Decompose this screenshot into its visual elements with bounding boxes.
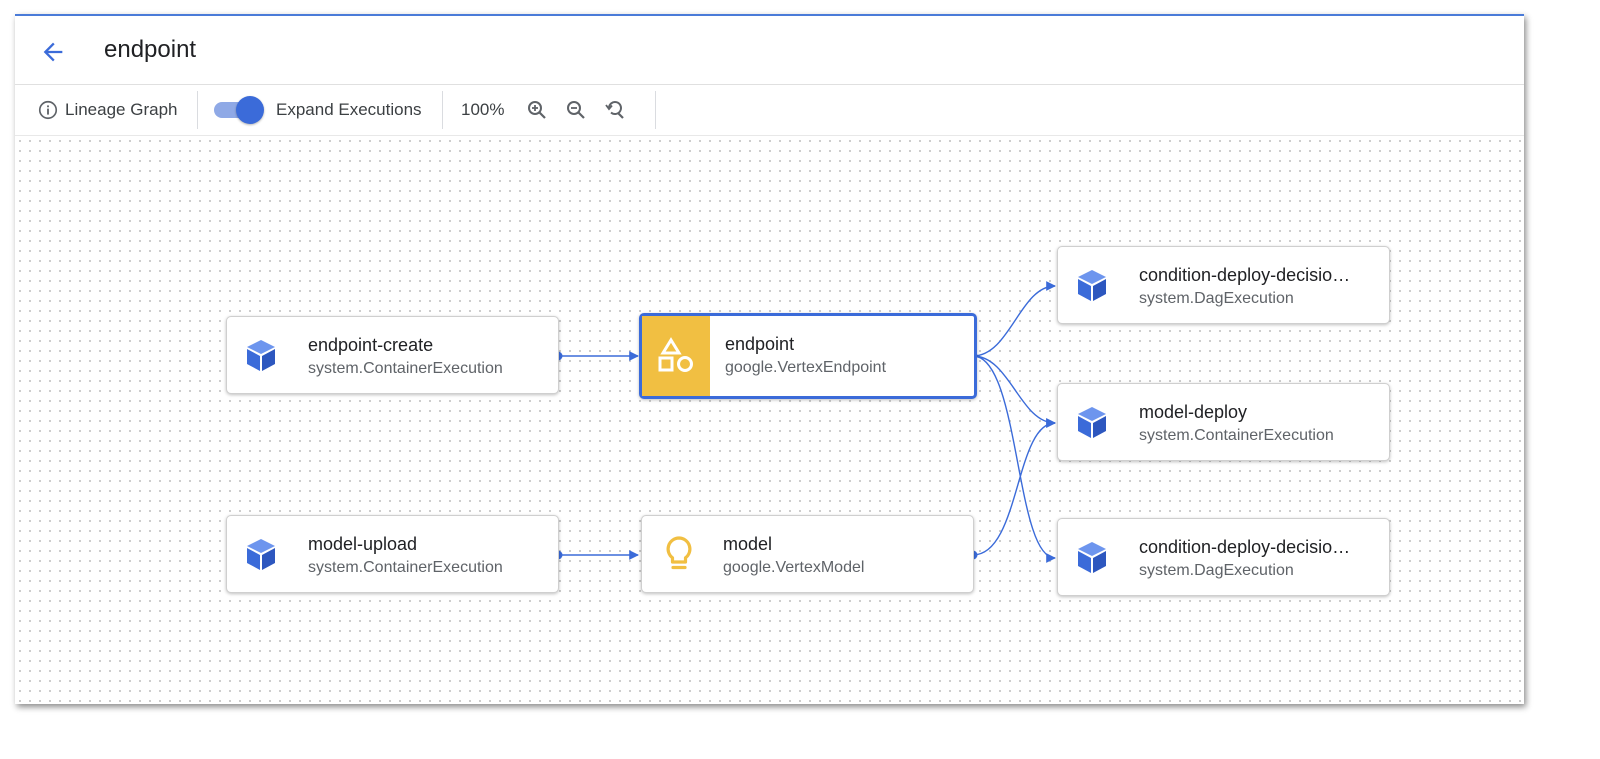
cube-icon — [247, 539, 275, 570]
zoom-out-button[interactable] — [561, 95, 591, 125]
node-model-deploy[interactable]: model-deploy system.ContainerExecution — [1057, 383, 1390, 461]
arrow-back-icon — [43, 42, 63, 62]
node-endpoint-create[interactable]: endpoint-create system.ContainerExecutio… — [226, 316, 559, 394]
node-name: model — [723, 534, 773, 554]
artifact-icon-block — [642, 316, 710, 396]
toolbar-divider — [655, 91, 656, 129]
node-name: model-deploy — [1139, 402, 1248, 422]
edge-endpoint-to-model-deploy — [972, 355, 1056, 428]
zoom-reset-button[interactable] — [600, 95, 630, 125]
cube-icon — [1078, 542, 1106, 573]
info-icon — [38, 100, 58, 120]
zoom-controls: 100% — [461, 85, 630, 135]
node-type: system.ContainerExecution — [308, 559, 503, 576]
node-name: condition-deploy-decisio… — [1139, 265, 1351, 285]
edge-endpoint-to-condition-2 — [972, 355, 1056, 563]
toolbar-divider — [197, 91, 198, 129]
toggle-knob — [236, 96, 264, 124]
page-title: endpoint — [104, 36, 197, 63]
header: endpoint — [15, 16, 1524, 85]
node-type: system.DagExecution — [1139, 290, 1294, 307]
toolbar-divider — [442, 91, 443, 129]
node-endpoint-selected[interactable]: endpoint google.VertexEndpoint — [639, 313, 977, 399]
node-condition-deploy-decision-1[interactable]: condition-deploy-decisio… system.DagExec… — [1057, 246, 1390, 324]
graph-canvas[interactable]: endpoint-create system.ContainerExecutio… — [15, 136, 1524, 704]
expand-executions-toggle[interactable] — [214, 96, 266, 124]
node-model[interactable]: model google.VertexModel — [641, 515, 974, 593]
cube-icon — [1078, 270, 1106, 301]
expand-executions-label: Expand Executions — [276, 100, 422, 119]
node-type: system.ContainerExecution — [308, 360, 503, 377]
zoom-level: 100% — [461, 100, 505, 119]
shapes-icon — [658, 337, 693, 372]
lineage-panel: endpoint Lineage Graph Expand Executions… — [15, 14, 1524, 704]
zoom-in-icon — [528, 101, 547, 119]
lineage-graph-info[interactable]: Lineage Graph — [37, 85, 177, 135]
lightbulb-icon — [666, 536, 692, 570]
node-name: condition-deploy-decisio… — [1139, 537, 1351, 557]
node-type: system.DagExecution — [1139, 562, 1294, 579]
node-model-upload[interactable]: model-upload system.ContainerExecution — [226, 515, 559, 593]
zoom-reset-icon — [605, 101, 625, 119]
node-name: model-upload — [308, 534, 418, 554]
expand-executions-control: Expand Executions — [214, 85, 422, 135]
zoom-out-icon — [567, 101, 586, 119]
node-type: system.ContainerExecution — [1139, 427, 1334, 444]
edge-endpoint-to-condition-1 — [972, 281, 1056, 357]
zoom-in-button[interactable] — [522, 95, 552, 125]
node-type: google.VertexModel — [723, 559, 865, 576]
node-type: google.VertexEndpoint — [725, 359, 887, 376]
node-name: endpoint — [725, 334, 795, 354]
back-button[interactable] — [35, 34, 71, 70]
cube-icon — [247, 340, 275, 371]
lineage-graph-label: Lineage Graph — [65, 100, 178, 119]
node-condition-deploy-decision-2[interactable]: condition-deploy-decisio… system.DagExec… — [1057, 518, 1390, 596]
toolbar: Lineage Graph Expand Executions 100% — [15, 85, 1524, 136]
cube-icon — [1078, 407, 1106, 438]
node-name: endpoint-create — [308, 335, 434, 355]
